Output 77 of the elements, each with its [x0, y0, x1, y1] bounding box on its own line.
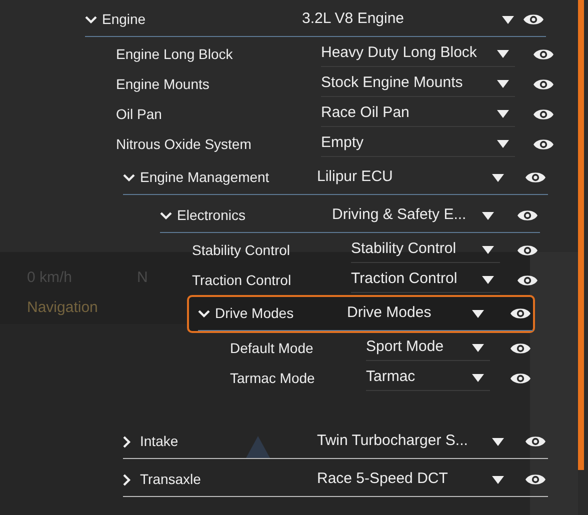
part-label: Drive Modes: [215, 305, 294, 321]
caret-icon: [492, 174, 504, 182]
part-row[interactable]: Engine Mounts Stock Engine Mounts: [105, 69, 558, 99]
caret-icon: [482, 276, 494, 284]
caret-icon: [472, 344, 484, 352]
eye-icon[interactable]: [523, 12, 544, 27]
part-dropdown[interactable]: Stock Engine Mounts: [321, 71, 515, 97]
group-row[interactable]: Transaxle Race 5-Speed DCT: [112, 461, 550, 499]
eye-icon[interactable]: [533, 46, 554, 62]
chevron-down-icon[interactable]: [123, 174, 135, 182]
part-label: Oil Pan: [116, 106, 162, 122]
part-row[interactable]: Default Mode Sport Mode: [219, 333, 535, 363]
part-label: Electronics: [177, 207, 246, 223]
part-dropdown[interactable]: Race 5-Speed DCT: [317, 466, 510, 492]
triangle-icon: [245, 435, 271, 459]
part-row[interactable]: Tarmac Mode Tarmac: [219, 363, 535, 393]
chevron-down-icon[interactable]: [160, 212, 172, 220]
eye-icon[interactable]: [517, 208, 538, 223]
group-row[interactable]: Engine Management Lilipur ECU: [112, 159, 550, 197]
eye-icon[interactable]: [517, 272, 538, 288]
part-dropdown[interactable]: Race Oil Pan: [321, 101, 515, 127]
part-label: Engine Mounts: [116, 76, 210, 92]
part-dropdown[interactable]: Tarmac: [366, 365, 490, 391]
part-row[interactable]: Traction Control Traction Control: [181, 265, 542, 295]
caret-icon: [497, 50, 509, 58]
eye-icon[interactable]: [525, 434, 546, 449]
caret-icon: [497, 140, 509, 148]
eye-icon[interactable]: [510, 340, 531, 356]
caret-icon: [502, 16, 514, 24]
part-label: Default Mode: [230, 340, 314, 356]
eye-icon[interactable]: [525, 472, 546, 487]
part-label: Tarmac Mode: [230, 370, 315, 386]
eye-icon[interactable]: [510, 306, 531, 321]
part-dropdown[interactable]: Twin Turbocharger S...: [317, 428, 510, 454]
caret-icon: [472, 374, 484, 382]
part-dropdown[interactable]: Drive Modes: [347, 300, 490, 326]
caret-icon: [492, 438, 504, 446]
part-label: Intake: [140, 433, 178, 449]
part-row[interactable]: Oil Pan Race Oil Pan: [105, 99, 558, 129]
part-dropdown[interactable]: Driving & Safety E...: [332, 202, 500, 228]
group-row[interactable]: Engine 3.2L V8 Engine: [74, 1, 548, 39]
chevron-down-icon[interactable]: [198, 310, 210, 318]
part-label: Engine: [102, 11, 146, 27]
part-dropdown[interactable]: Lilipur ECU: [317, 164, 510, 190]
part-label: Transaxle: [140, 471, 201, 487]
eye-icon[interactable]: [533, 136, 554, 152]
eye-icon[interactable]: [525, 170, 546, 185]
part-dropdown[interactable]: Empty: [321, 131, 515, 157]
part-label: Nitrous Oxide System: [116, 136, 252, 152]
caret-icon: [497, 110, 509, 118]
chevron-right-icon[interactable]: [123, 436, 131, 448]
part-row[interactable]: Stability Control Stability Control: [181, 235, 542, 265]
caret-icon: [472, 310, 484, 318]
group-row[interactable]: Intake Twin Turbocharger S...: [112, 423, 550, 461]
part-dropdown[interactable]: Sport Mode: [366, 335, 490, 361]
caret-icon: [497, 80, 509, 88]
part-dropdown[interactable]: 3.2L V8 Engine: [302, 6, 520, 32]
group-row[interactable]: Drive Modes Drive Modes: [187, 295, 535, 333]
caret-icon: [492, 476, 504, 484]
eye-icon[interactable]: [517, 242, 538, 258]
part-row[interactable]: Engine Long Block Heavy Duty Long Block: [105, 39, 558, 69]
group-row[interactable]: Electronics Driving & Safety E...: [149, 197, 542, 235]
navigation-label: Navigation: [27, 298, 98, 318]
part-dropdown[interactable]: Heavy Duty Long Block: [321, 41, 515, 67]
eye-icon[interactable]: [533, 106, 554, 122]
chevron-down-icon[interactable]: [85, 16, 97, 24]
part-row[interactable]: Nitrous Oxide System Empty: [105, 129, 558, 159]
part-label: Traction Control: [192, 272, 292, 288]
eye-icon[interactable]: [533, 76, 554, 92]
caret-icon: [482, 212, 494, 220]
part-label: Stability Control: [192, 242, 290, 258]
part-label: Engine Management: [140, 169, 270, 185]
eye-icon[interactable]: [510, 370, 531, 386]
part-dropdown[interactable]: Traction Control: [351, 267, 500, 293]
part-label: Engine Long Block: [116, 46, 233, 62]
chevron-right-icon[interactable]: [123, 474, 131, 486]
part-dropdown[interactable]: Stability Control: [351, 237, 500, 263]
